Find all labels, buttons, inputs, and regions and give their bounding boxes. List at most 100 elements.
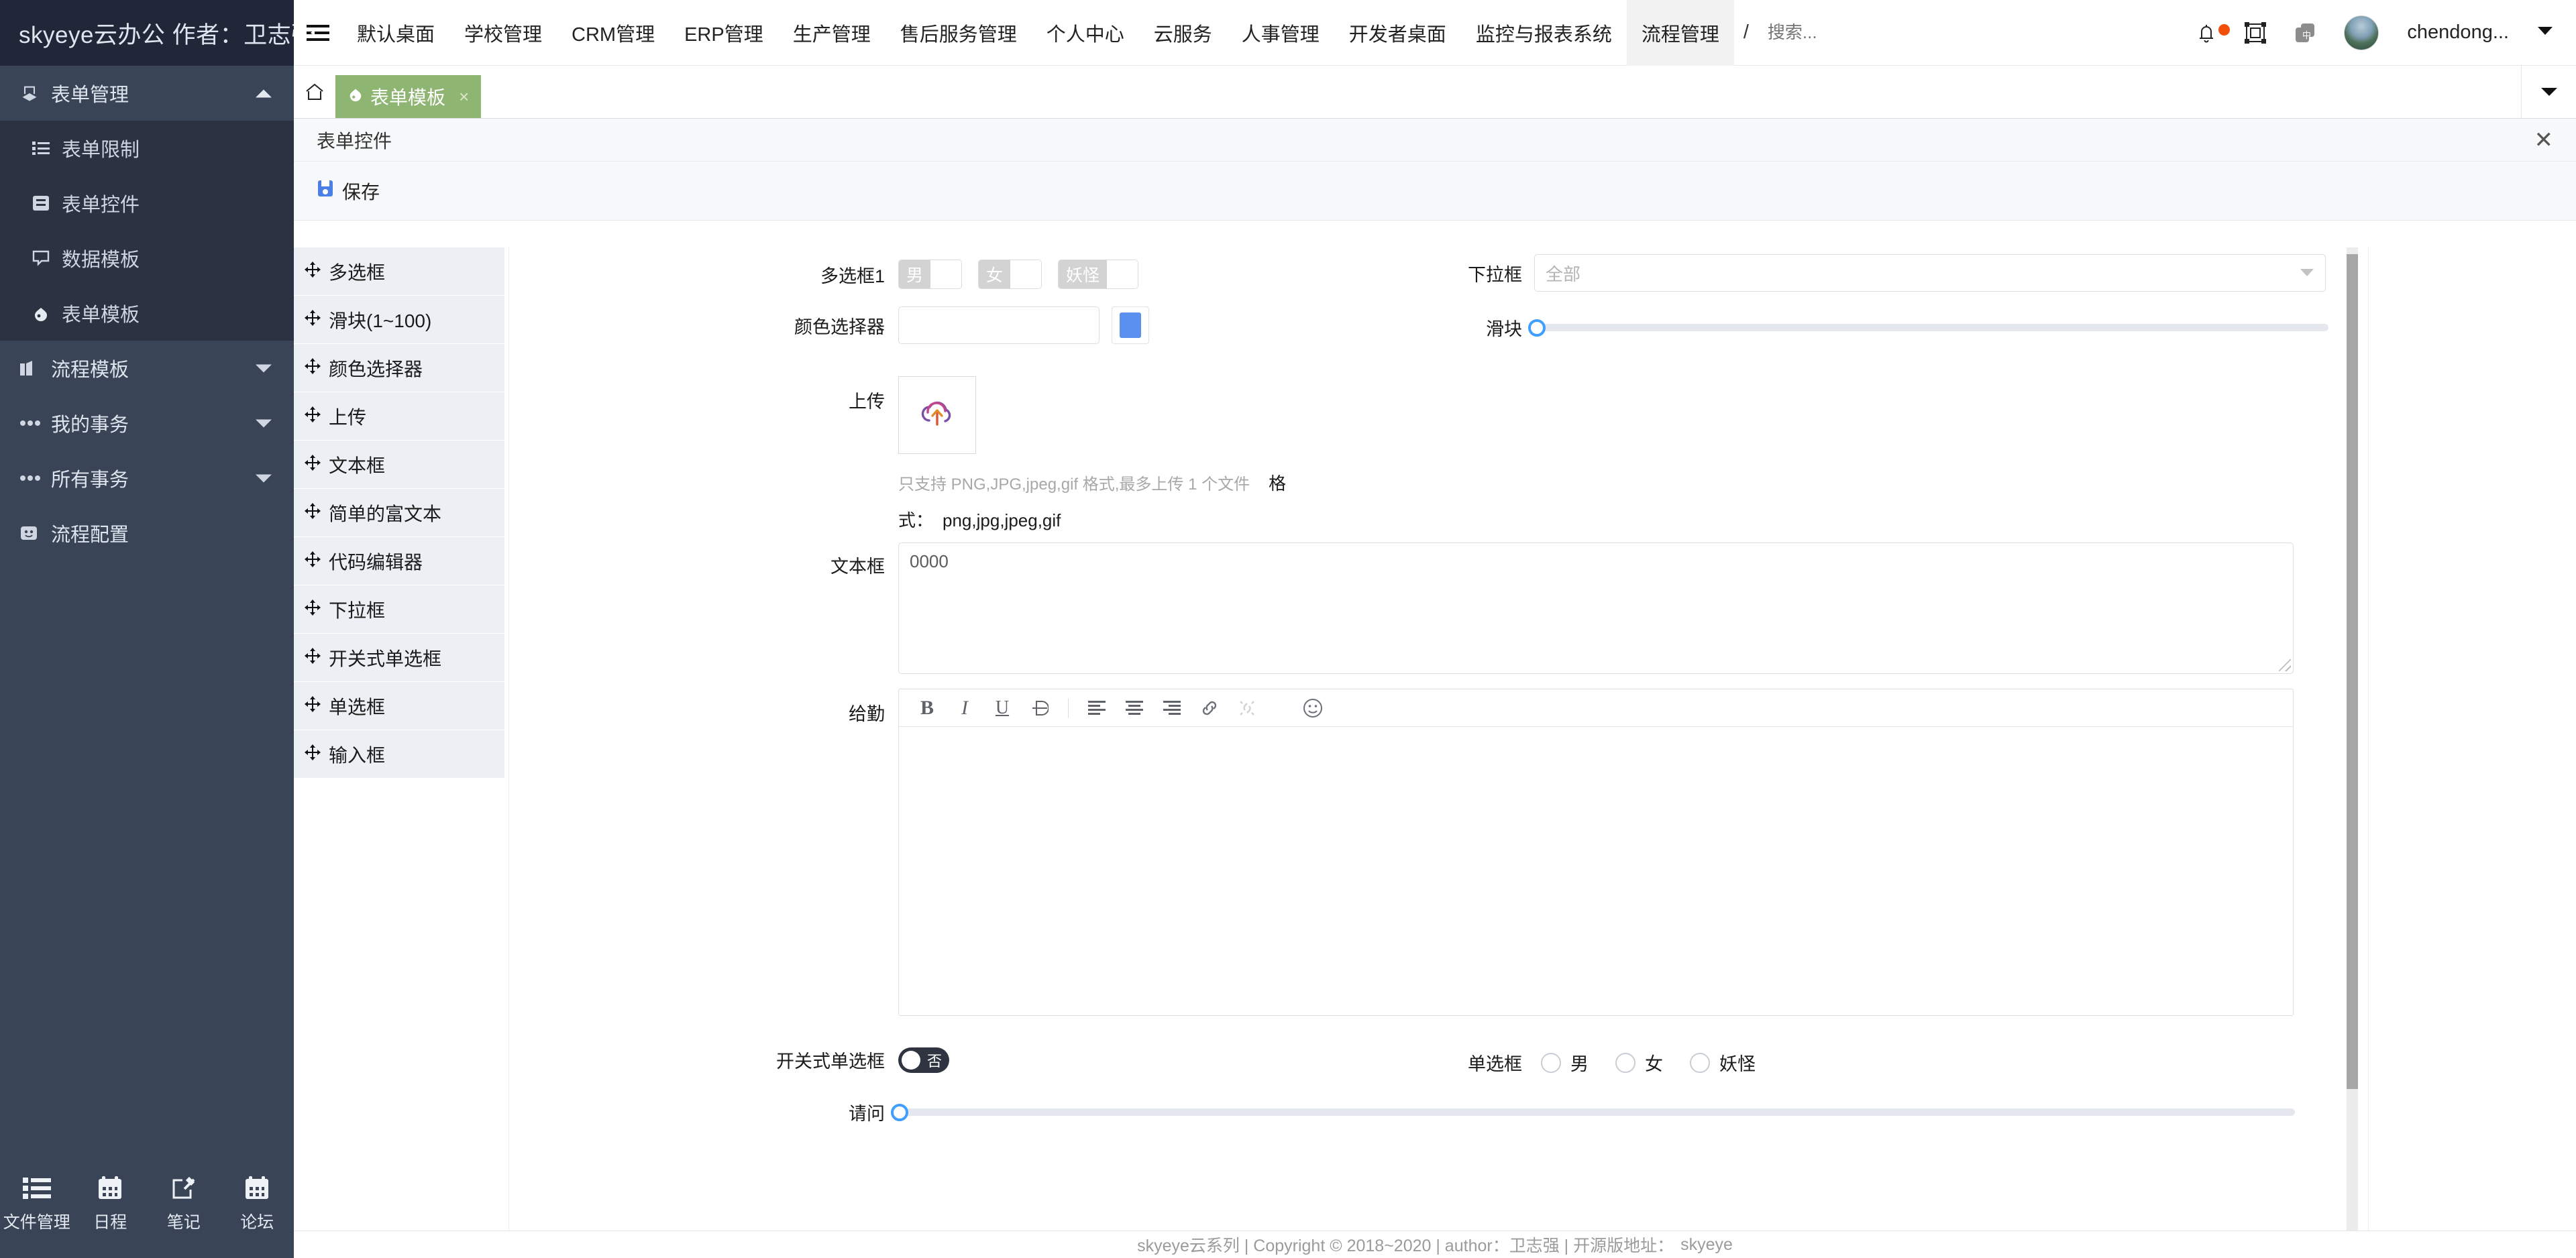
palette-item-checkbox[interactable]: 多选框	[294, 247, 508, 296]
dock-item-forum[interactable]: 论坛	[223, 1176, 290, 1233]
checkbox-box[interactable]	[930, 260, 962, 288]
strikethrough-icon[interactable]	[1021, 689, 1059, 727]
unlink-icon[interactable]	[1228, 689, 1266, 727]
palette-item-richtext[interactable]: 简单的富文本	[294, 489, 508, 537]
palette-item-colorpicker[interactable]: 颜色选择器	[294, 344, 508, 392]
caret-down-icon[interactable]	[255, 467, 272, 490]
dock-item-file-manager[interactable]: 文件管理	[3, 1176, 70, 1233]
nav-item-8[interactable]: 人事管理	[1227, 0, 1334, 66]
palette-item-label: 颜色选择器	[329, 358, 423, 380]
sidebar-item-data-template[interactable]: 数据模板	[0, 231, 294, 286]
save-button[interactable]: 保存	[317, 178, 380, 205]
sidebar-group-flow-template[interactable]: 流程模板	[0, 341, 294, 396]
bold-icon[interactable]: B	[908, 689, 946, 727]
tabstrip-caret-down-icon[interactable]	[2521, 66, 2576, 118]
checkbox-box[interactable]	[1010, 260, 1042, 288]
link-icon[interactable]	[1191, 689, 1228, 727]
palette-item-code-editor[interactable]: 代码编辑器	[294, 537, 508, 585]
caret-down-icon[interactable]	[255, 357, 272, 380]
palette-item-switch-radio[interactable]: 开关式单选框	[294, 634, 508, 682]
home-icon[interactable]	[294, 66, 335, 118]
nav-item-3[interactable]: ERP管理	[669, 0, 778, 66]
nav-item-6[interactable]: 个人中心	[1032, 0, 1139, 66]
avatar[interactable]	[2344, 15, 2379, 50]
rich-text-body[interactable]	[899, 727, 2293, 1015]
search-input[interactable]	[1767, 22, 1942, 43]
nav-overflow-indicator[interactable]: /	[1734, 21, 1758, 44]
footer-link[interactable]: skyeye	[1680, 1235, 1733, 1255]
sidebar-group-my-affairs[interactable]: 我的事务	[0, 396, 294, 451]
form-canvas-wrapper: 多选框1 男 女 妖怪 下拉框 全部 颜色选择器 滑块 上传 只支持 PNG,J…	[508, 247, 2368, 1231]
slider-bottom[interactable]	[891, 1103, 2295, 1121]
palette-item-label: 文本框	[329, 455, 386, 476]
sidebar-item-form-limit[interactable]: 表单限制	[0, 121, 294, 176]
italic-icon[interactable]: I	[946, 689, 983, 727]
palette-item-radio[interactable]: 单选框	[294, 682, 508, 730]
menu-fold-icon[interactable]	[294, 24, 342, 42]
close-icon[interactable]: ×	[459, 87, 469, 107]
caret-down-icon[interactable]	[255, 412, 272, 435]
bell-icon[interactable]	[2196, 22, 2231, 44]
config-icon	[20, 525, 51, 541]
palette-item-upload[interactable]: 上传	[294, 392, 508, 441]
form-canvas: 多选框1 男 女 妖怪 下拉框 全部 颜色选择器 滑块 上传 只支持 PNG,J…	[509, 247, 2359, 1231]
caret-up-icon[interactable]	[255, 82, 272, 105]
checkbox-option-monster[interactable]: 妖怪	[1058, 260, 1139, 289]
nav-item-9[interactable]: 开发者桌面	[1334, 0, 1461, 66]
select-input[interactable]: 全部	[1534, 254, 2326, 292]
language-icon[interactable]: 中	[2294, 22, 2316, 44]
form-row-slider-bottom: 请问	[509, 1099, 2320, 1125]
color-swatch-button[interactable]	[1112, 306, 1149, 344]
palette-item-slider[interactable]: 滑块(1~100)	[294, 296, 508, 344]
slider-knob[interactable]	[891, 1103, 908, 1121]
panel-close-icon[interactable]: ✕	[2534, 129, 2554, 152]
checkbox-option-male[interactable]: 男	[898, 260, 963, 289]
dock-item-notes[interactable]: 笔记	[150, 1176, 217, 1233]
color-swatch	[1120, 312, 1141, 338]
nav-item-10[interactable]: 监控与报表系统	[1461, 0, 1627, 66]
radio-option-monster[interactable]: 妖怪	[1690, 1049, 1756, 1076]
upload-hint-extra: 格	[1269, 473, 1287, 494]
user-menu-caret-icon[interactable]	[2537, 25, 2553, 40]
radio-option-female[interactable]: 女	[1615, 1049, 1663, 1076]
upload-button[interactable]	[898, 376, 976, 454]
emoji-icon[interactable]	[1294, 689, 1332, 727]
nav-item-5[interactable]: 售后服务管理	[885, 0, 1032, 66]
radio-option-male[interactable]: 男	[1541, 1049, 1589, 1076]
nav-item-1[interactable]: 学校管理	[449, 0, 557, 66]
sidebar-group-flow-config[interactable]: 流程配置	[0, 506, 294, 561]
nav-item-7[interactable]: 云服务	[1139, 0, 1227, 66]
palette-item-label: 上传	[329, 406, 367, 428]
properties-pane	[2368, 247, 2576, 1231]
drag-move-icon	[305, 551, 321, 572]
drag-move-icon	[305, 406, 321, 427]
resize-grip[interactable]	[2279, 659, 2291, 671]
slider-knob[interactable]	[1528, 319, 1546, 337]
underline-icon[interactable]: U	[983, 689, 1021, 727]
align-left-icon[interactable]	[1078, 689, 1116, 727]
textarea-input[interactable]: 0000	[898, 542, 2294, 674]
palette-item-textarea[interactable]: 文本框	[294, 441, 508, 489]
align-right-icon[interactable]	[1153, 689, 1191, 727]
nav-item-0[interactable]: 默认桌面	[342, 0, 449, 66]
fullscreen-icon[interactable]	[2245, 21, 2267, 44]
colorpicker-input[interactable]	[898, 306, 1099, 344]
palette-item-select[interactable]: 下拉框	[294, 585, 508, 634]
tab-form-template[interactable]: 表单模板 ×	[335, 75, 482, 118]
slider-top[interactable]	[1528, 319, 2328, 337]
switch-toggle[interactable]: 否	[898, 1047, 949, 1073]
dock-item-calendar[interactable]: 日程	[76, 1176, 144, 1233]
palette-item-input[interactable]: 输入框	[294, 730, 508, 779]
nav-item-4[interactable]: 生产管理	[778, 0, 885, 66]
align-center-icon[interactable]	[1116, 689, 1153, 727]
sidebar-group-form-management[interactable]: 表单管理	[0, 66, 294, 121]
checkbox-option-female[interactable]: 女	[978, 260, 1042, 289]
sidebar-item-form-control[interactable]: 表单控件	[0, 176, 294, 231]
nav-item-11[interactable]: 流程管理	[1626, 0, 1734, 66]
checkbox-box[interactable]	[1107, 260, 1138, 288]
sidebar-group-all-affairs[interactable]: 所有事务	[0, 451, 294, 506]
canvas-scrollbar-thumb[interactable]	[2347, 254, 2358, 1089]
nav-item-2[interactable]: CRM管理	[557, 0, 669, 66]
username-label[interactable]: chendong...	[2407, 21, 2509, 44]
sidebar-item-form-template[interactable]: 表单模板	[0, 286, 294, 341]
